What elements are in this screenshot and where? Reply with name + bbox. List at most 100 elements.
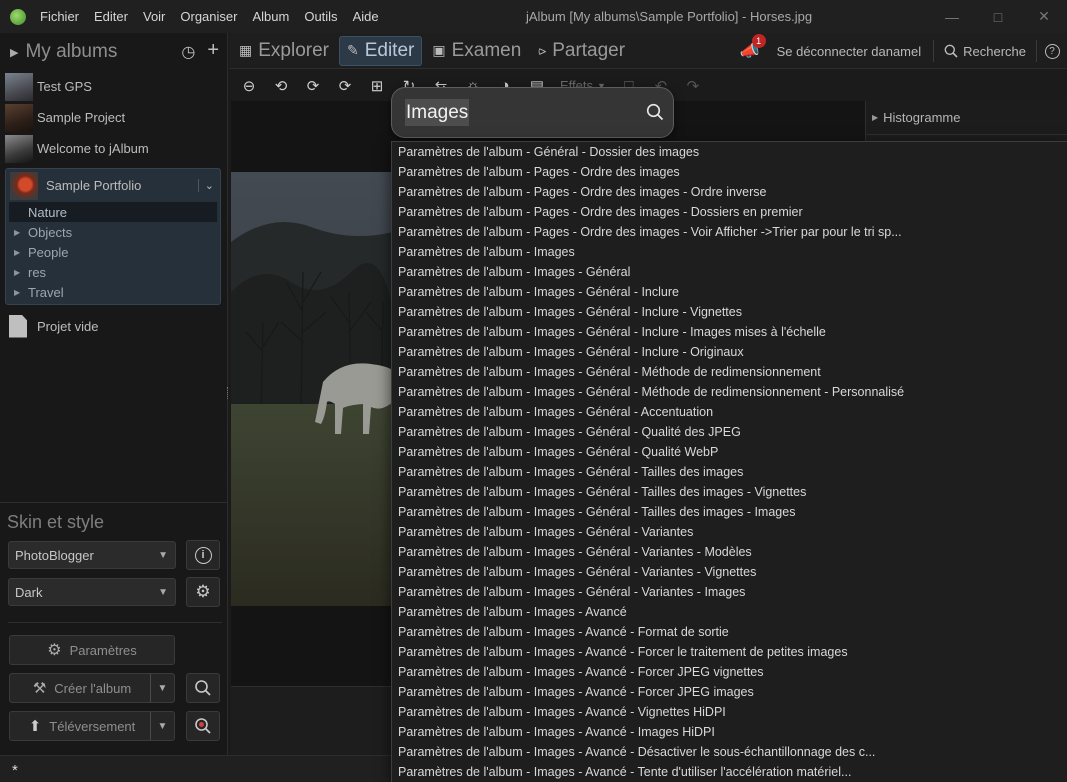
menu-editer[interactable]: Editer — [94, 9, 128, 24]
expand-icon[interactable]: ▶ — [14, 288, 28, 297]
search-result-item[interactable]: Paramètres de l'album - Images - Général… — [392, 582, 1067, 602]
search-result-item[interactable]: Paramètres de l'album - Images - Avancé … — [392, 762, 1067, 782]
minimize-icon[interactable]: — — [929, 0, 975, 33]
search-result-item[interactable]: Paramètres de l'album - Images - Général… — [392, 402, 1067, 422]
search-result-item[interactable]: Paramètres de l'album - Images - Avancé — [392, 602, 1067, 622]
search-result-item[interactable]: Paramètres de l'album - Images - Avancé … — [392, 642, 1067, 662]
upload-button[interactable]: ⬆ Téléversement ▼ — [9, 711, 175, 741]
search-result-item[interactable]: Paramètres de l'album - Images - Général… — [392, 282, 1067, 302]
empty-project-item[interactable]: Projet vide — [0, 309, 227, 343]
search-result-item[interactable]: Paramètres de l'album - Images - Général… — [392, 442, 1067, 462]
search-result-item[interactable]: Paramètres de l'album - Images - Avancé … — [392, 702, 1067, 722]
expand-icon[interactable]: ▶ — [14, 228, 28, 237]
expand-icon[interactable]: ▶ — [14, 268, 28, 277]
folder-label: Nature — [28, 204, 68, 220]
skin-dropdown[interactable]: PhotoBlogger ▼ — [8, 541, 176, 569]
tab-label: Partager — [552, 39, 626, 61]
folder-item-nature[interactable]: Nature — [9, 202, 217, 222]
search-result-item[interactable]: Paramètres de l'album - Pages - Ordre de… — [392, 182, 1067, 202]
search-result-item[interactable]: Paramètres de l'album - Images - Avancé … — [392, 722, 1067, 742]
search-result-item[interactable]: Paramètres de l'album - Images - Général… — [392, 362, 1067, 382]
make-album-menu-caret[interactable]: ▼ — [150, 674, 174, 702]
search-result-item[interactable]: Paramètres de l'album - Général - Dossie… — [392, 142, 1067, 162]
info-icon: i — [194, 546, 212, 564]
menu-fichier[interactable]: Fichier — [40, 9, 79, 24]
my-albums-header: ▶ My albums ◷ + — [0, 33, 227, 71]
album-item-sample-portfolio[interactable]: Sample Portfolio ⌄ — [6, 169, 220, 202]
upload-menu-caret[interactable]: ▼ — [150, 712, 174, 740]
search-result-item[interactable]: Paramètres de l'album - Images - Général… — [392, 342, 1067, 362]
menu-aide[interactable]: Aide — [353, 9, 379, 24]
tab-examen[interactable]: ▣ Examen — [425, 36, 528, 66]
tab-partager[interactable]: ⪧ Partager — [531, 36, 632, 66]
rotate-left-icon[interactable]: ⟲ — [272, 77, 290, 95]
current-project-panel: Sample Portfolio ⌄ Nature ▶ Objects ▶ Peop… — [5, 168, 221, 305]
folder-item-res[interactable]: ▶ res — [6, 262, 220, 282]
rotate-right-icon[interactable]: ⟳ — [304, 77, 322, 95]
add-project-icon[interactable]: + — [207, 40, 219, 62]
search-result-item[interactable]: Paramètres de l'album - Images — [392, 242, 1067, 262]
close-icon[interactable]: ✕ — [1021, 0, 1067, 33]
search-result-item[interactable]: Paramètres de l'album - Pages - Ordre de… — [392, 222, 1067, 242]
search-result-item[interactable]: Paramètres de l'album - Images - Général… — [392, 522, 1067, 542]
search-result-item[interactable]: Paramètres de l'album - Images - Général… — [392, 382, 1067, 402]
crop-icon[interactable]: ⊞ — [368, 77, 386, 95]
search-result-item[interactable]: Paramètres de l'album - Images - Général… — [392, 542, 1067, 562]
upload-icon: ⬆ — [28, 718, 42, 735]
style-settings-button[interactable]: ⚙ — [186, 577, 220, 607]
redo-icon[interactable]: ↷ — [684, 77, 702, 95]
search-button[interactable]: Recherche — [934, 40, 1037, 62]
folder-label: Objects — [28, 224, 73, 240]
tab-editer[interactable]: ✎ Editer — [338, 35, 423, 66]
search-result-item[interactable]: Paramètres de l'album - Images - Général… — [392, 422, 1067, 442]
search-result-item[interactable]: Paramètres de l'album - Images - Avancé … — [392, 622, 1067, 642]
collapse-icon[interactable]: ▶ — [10, 46, 18, 59]
search-result-item[interactable]: Paramètres de l'album - Images - Général… — [392, 562, 1067, 582]
album-item-welcome[interactable]: Welcome to jAlbum — [0, 133, 227, 164]
search-result-item[interactable]: Paramètres de l'album - Images - Général… — [392, 302, 1067, 322]
maximize-icon[interactable]: □ — [975, 0, 1021, 33]
search-result-item[interactable]: Paramètres de l'album - Images - Avancé … — [392, 682, 1067, 702]
search-icon[interactable] — [646, 103, 664, 121]
notifications-button[interactable]: 📣 1 — [733, 34, 767, 61]
menu-voir[interactable]: Voir — [143, 9, 165, 24]
upload-search-button[interactable] — [186, 711, 220, 741]
search-result-item[interactable]: Paramètres de l'album - Images - Général… — [392, 482, 1067, 502]
menu-album[interactable]: Album — [252, 9, 289, 24]
settings-button[interactable]: ⚙ Paramètres — [9, 635, 175, 665]
chevron-down-icon[interactable]: ⌄ — [197, 179, 214, 192]
histogram-header[interactable]: ▶ Histogramme — [866, 101, 1067, 135]
tab-explorer[interactable]: ▦ Explorer — [232, 36, 336, 66]
jalbum-logo-icon[interactable] — [10, 8, 26, 25]
folder-item-travel[interactable]: ▶ Travel — [6, 282, 220, 302]
search-result-item[interactable]: Paramètres de l'album - Images - Général… — [392, 502, 1067, 522]
search-result-item[interactable]: Paramètres de l'album - Images - Avancé … — [392, 662, 1067, 682]
logout-button[interactable]: Se déconnecter danamel — [767, 40, 935, 62]
search-result-item[interactable]: Paramètres de l'album - Images - Général… — [392, 322, 1067, 342]
help-button[interactable]: ? — [1037, 43, 1067, 59]
search-images-button[interactable] — [186, 673, 220, 703]
style-dropdown[interactable]: Dark ▼ — [8, 578, 176, 606]
search-result-item[interactable]: Paramètres de l'album - Images - Avancé … — [392, 742, 1067, 762]
folder-item-people[interactable]: ▶ People — [6, 242, 220, 262]
album-item-sample-project[interactable]: Sample Project — [0, 102, 227, 133]
folder-item-objects[interactable]: ▶ Objects — [6, 222, 220, 242]
expand-icon[interactable]: ▶ — [14, 248, 28, 257]
search-result-item[interactable]: Paramètres de l'album - Pages - Ordre de… — [392, 202, 1067, 222]
skin-info-button[interactable]: i — [186, 540, 220, 570]
search-result-item[interactable]: Paramètres de l'album - Images - Général… — [392, 462, 1067, 482]
menu-organiser[interactable]: Organiser — [180, 9, 237, 24]
zoom-out-icon[interactable]: ⊖ — [240, 77, 258, 95]
skin-value: PhotoBlogger — [15, 547, 94, 563]
histogram-label: Histogramme — [883, 110, 961, 125]
refresh-icon[interactable]: ⟳ — [336, 77, 354, 95]
menu-outils[interactable]: Outils — [304, 9, 337, 24]
search-result-item[interactable]: Paramètres de l'album - Images - Général — [392, 262, 1067, 282]
make-album-button[interactable]: ⚒ Créer l'album ▼ — [9, 673, 175, 703]
sidebar-splitter[interactable] — [227, 387, 230, 399]
search-result-item[interactable]: Paramètres de l'album - Pages - Ordre de… — [392, 162, 1067, 182]
recent-history-icon[interactable]: ◷ — [181, 42, 195, 62]
search-query-text[interactable]: Images — [406, 102, 468, 124]
album-item-test-gps[interactable]: Test GPS — [0, 71, 227, 102]
my-albums-title: My albums — [25, 41, 118, 62]
